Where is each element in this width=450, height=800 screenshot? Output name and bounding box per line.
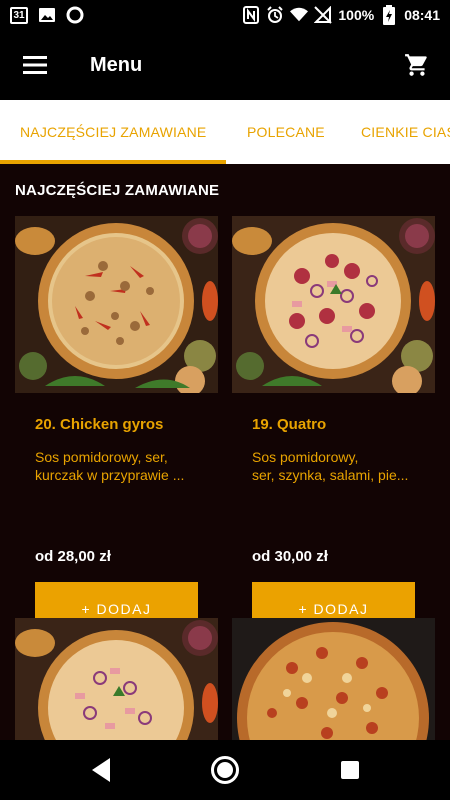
clock: 08:41 [404, 7, 440, 23]
home-icon[interactable] [211, 756, 239, 784]
pizza-image[interactable] [15, 216, 218, 393]
hamburger-menu-icon[interactable] [0, 30, 70, 100]
nfc-icon [242, 6, 260, 24]
product-card[interactable]: 19. Quatro Sos pomidorowy, ser, szynka, … [232, 216, 435, 636]
tab-cienkie-ciasto[interactable]: CIENKIE CIAS [361, 100, 450, 164]
system-navigation-bar [0, 740, 450, 800]
alarm-icon [266, 6, 284, 24]
battery-percent: 100% [338, 7, 375, 23]
tab-najczesciej-zamawiane[interactable]: NAJCZĘŚCIEJ ZAMAWIANE [20, 100, 206, 164]
tab-polecane[interactable]: POLECANE [247, 100, 325, 164]
product-price: od 30,00 zł [252, 548, 328, 565]
battery-icon [380, 5, 398, 25]
product-card[interactable] [232, 618, 435, 740]
recent-apps-icon[interactable] [341, 761, 359, 779]
calendar-icon: 31 [10, 6, 28, 24]
back-icon[interactable] [90, 757, 112, 788]
circle-icon [66, 6, 84, 24]
shopping-cart-icon[interactable] [404, 52, 430, 78]
product-description: Sos pomidorowy, ser, szynka, salami, pie… [252, 449, 409, 483]
product-name[interactable]: 19. Quatro [252, 416, 326, 433]
no-sim-icon [314, 6, 333, 24]
image-icon [38, 6, 56, 24]
category-tabs: NAJCZĘŚCIEJ ZAMAWIANE POLECANE CIENKIE C… [0, 100, 450, 164]
product-card[interactable]: 20. Chicken gyros Sos pomidorowy, ser, k… [15, 216, 218, 636]
pizza-image[interactable] [232, 618, 435, 740]
product-price: od 28,00 zł [35, 548, 111, 565]
page-title: Menu [90, 53, 143, 76]
pizza-image[interactable] [15, 618, 218, 740]
status-bar: 31 100% 08:41 [0, 0, 450, 30]
section-title: NAJCZĘŚCIEJ ZAMAWIANE [15, 182, 220, 199]
pizza-image[interactable] [232, 216, 435, 393]
app-bar: Menu [0, 30, 450, 100]
menu-content[interactable]: NAJCZĘŚCIEJ ZAMAWIANE 20. Chicken gyros … [0, 164, 450, 740]
wifi-icon [290, 6, 309, 24]
product-name[interactable]: 20. Chicken gyros [35, 416, 163, 433]
product-description: Sos pomidorowy, ser, kurczak w przyprawi… [35, 449, 185, 483]
product-card[interactable] [15, 618, 218, 740]
